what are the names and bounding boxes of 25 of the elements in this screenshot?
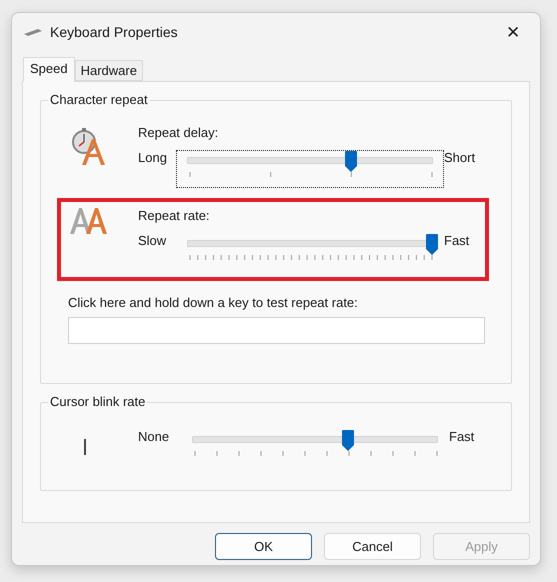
window-title: Keyboard Properties bbox=[50, 24, 179, 40]
test-input-field[interactable] bbox=[68, 317, 485, 344]
dialog-button[interactable]: Cancel bbox=[324, 533, 421, 560]
letters-icon bbox=[70, 208, 110, 234]
max-label: Fast bbox=[444, 233, 470, 248]
close-button[interactable]: ✕ bbox=[496, 17, 530, 47]
max-label: Fast bbox=[449, 429, 476, 444]
min-label: None bbox=[138, 429, 170, 444]
min-label: Long bbox=[138, 150, 168, 165]
group-title: Cursor blink rate bbox=[48, 394, 148, 409]
test-label: Click here and hold down a key to test repeat rate: bbox=[68, 295, 359, 310]
tab[interactable]: Hardware bbox=[74, 60, 143, 81]
slider-thumb[interactable] bbox=[344, 151, 357, 172]
slider-label: Repeat delay: bbox=[138, 125, 220, 140]
slider-thumb[interactable] bbox=[342, 430, 354, 451]
slider-thumb[interactable] bbox=[426, 234, 438, 255]
max-label: Short bbox=[444, 150, 476, 165]
group-title: Character repeat bbox=[48, 92, 150, 107]
text-cursor-icon bbox=[84, 439, 87, 455]
slider[interactable] bbox=[176, 150, 444, 188]
dialog-button[interactable]: OK bbox=[215, 533, 312, 560]
min-label: Slow bbox=[138, 233, 168, 248]
slider-label: Repeat rate: bbox=[138, 208, 211, 223]
keyboard-icon bbox=[24, 28, 42, 36]
tab[interactable]: Speed bbox=[23, 57, 75, 82]
